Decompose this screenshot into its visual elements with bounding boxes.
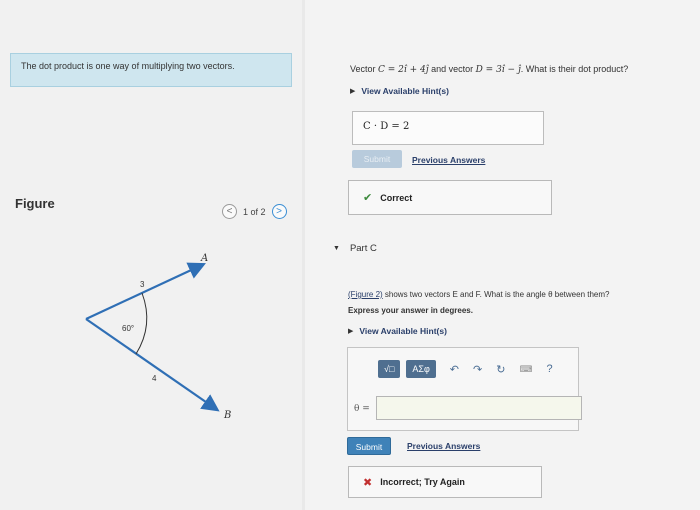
prev-figure-button[interactable]: <: [222, 204, 237, 219]
part-c-submit-button[interactable]: Submit: [347, 437, 391, 455]
intro-text: The dot product is one way of multiplyin…: [21, 61, 235, 71]
figure-2-link[interactable]: (Figure 2): [348, 290, 383, 299]
question-panel: [305, 0, 700, 510]
next-figure-button[interactable]: >: [271, 204, 287, 219]
math-answer-editor: √□ ΑΣφ ↶ ↷ ↻ ⌨ ? θ =: [347, 347, 582, 431]
reset-icon[interactable]: ↻: [496, 363, 505, 376]
caret-right-icon: ▶: [350, 88, 356, 95]
vector-d: D = 3î − ĵ: [475, 65, 521, 75]
vector-figure: A B 60° 3 4: [85, 253, 231, 421]
part-b-question: Vector C = 2î + 4ĵ and vector D = 3î − ĵ…: [350, 64, 629, 75]
figure-label: Figure: [15, 196, 55, 211]
vector-a-arrow: [85, 262, 206, 320]
vector-c: C = 2î + 4ĵ: [378, 65, 429, 75]
help-icon[interactable]: ?: [546, 363, 552, 375]
redo-icon[interactable]: ↷: [473, 363, 482, 376]
close-icon: ✖: [363, 476, 373, 489]
part-c-previous-answers-link[interactable]: Previous Answers: [407, 441, 480, 451]
editor-toolbar: √□ ΑΣφ ↶ ↷ ↻ ⌨ ?: [378, 360, 553, 378]
intro-box: The dot product is one way of multiplyin…: [10, 53, 292, 87]
angle-arc: [135, 292, 148, 355]
part-b-feedback: ✔ Correct: [348, 180, 552, 215]
incorrect-label: Incorrect; Try Again: [380, 477, 465, 487]
chevron-right-icon: >: [276, 205, 282, 217]
pager-text: 1 of 2: [243, 206, 266, 217]
length-b-label: 4: [152, 374, 157, 383]
part-b-answer-display: C · D = 2: [352, 111, 544, 145]
keyboard-icon[interactable]: ⌨: [519, 364, 532, 375]
part-b-previous-answers-link[interactable]: Previous Answers: [412, 155, 485, 165]
symbols-button[interactable]: ΑΣφ: [406, 360, 436, 378]
part-b-answer-value: C · D = 2: [363, 121, 410, 132]
part-c-question: (Figure 2) shows two vectors E and F. Wh…: [348, 290, 610, 299]
templates-button[interactable]: √□: [378, 360, 401, 378]
theta-answer-input[interactable]: [376, 396, 582, 420]
part-b-submit-button[interactable]: Submit: [352, 150, 402, 168]
length-a-label: 3: [140, 280, 145, 289]
check-icon: ✔: [363, 192, 373, 204]
view-hints-link[interactable]: ▶ View Available Hint(s): [350, 86, 449, 96]
theta-label: θ =: [354, 404, 370, 414]
part-c-feedback: ✖ Incorrect; Try Again: [348, 466, 542, 498]
correct-label: Correct: [380, 192, 413, 203]
part-c-title: Part C: [349, 243, 377, 254]
vector-b-label: B: [223, 410, 231, 421]
part-c-header[interactable]: ▼ Part C: [333, 243, 377, 254]
caret-right-icon: ▶: [348, 328, 354, 335]
part-c-view-hints-link[interactable]: ▶ View Available Hint(s): [348, 326, 447, 336]
express-instruction: Express your answer in degrees.: [348, 306, 473, 315]
chevron-left-icon: <: [226, 205, 233, 217]
vector-a-label: A: [200, 253, 208, 264]
caret-down-icon: ▼: [333, 245, 340, 252]
angle-label: 60°: [122, 324, 134, 333]
figure-pager: < 1 of 2 >: [222, 204, 287, 219]
vector-b-arrow: [85, 318, 220, 412]
undo-icon[interactable]: ↶: [450, 363, 459, 376]
